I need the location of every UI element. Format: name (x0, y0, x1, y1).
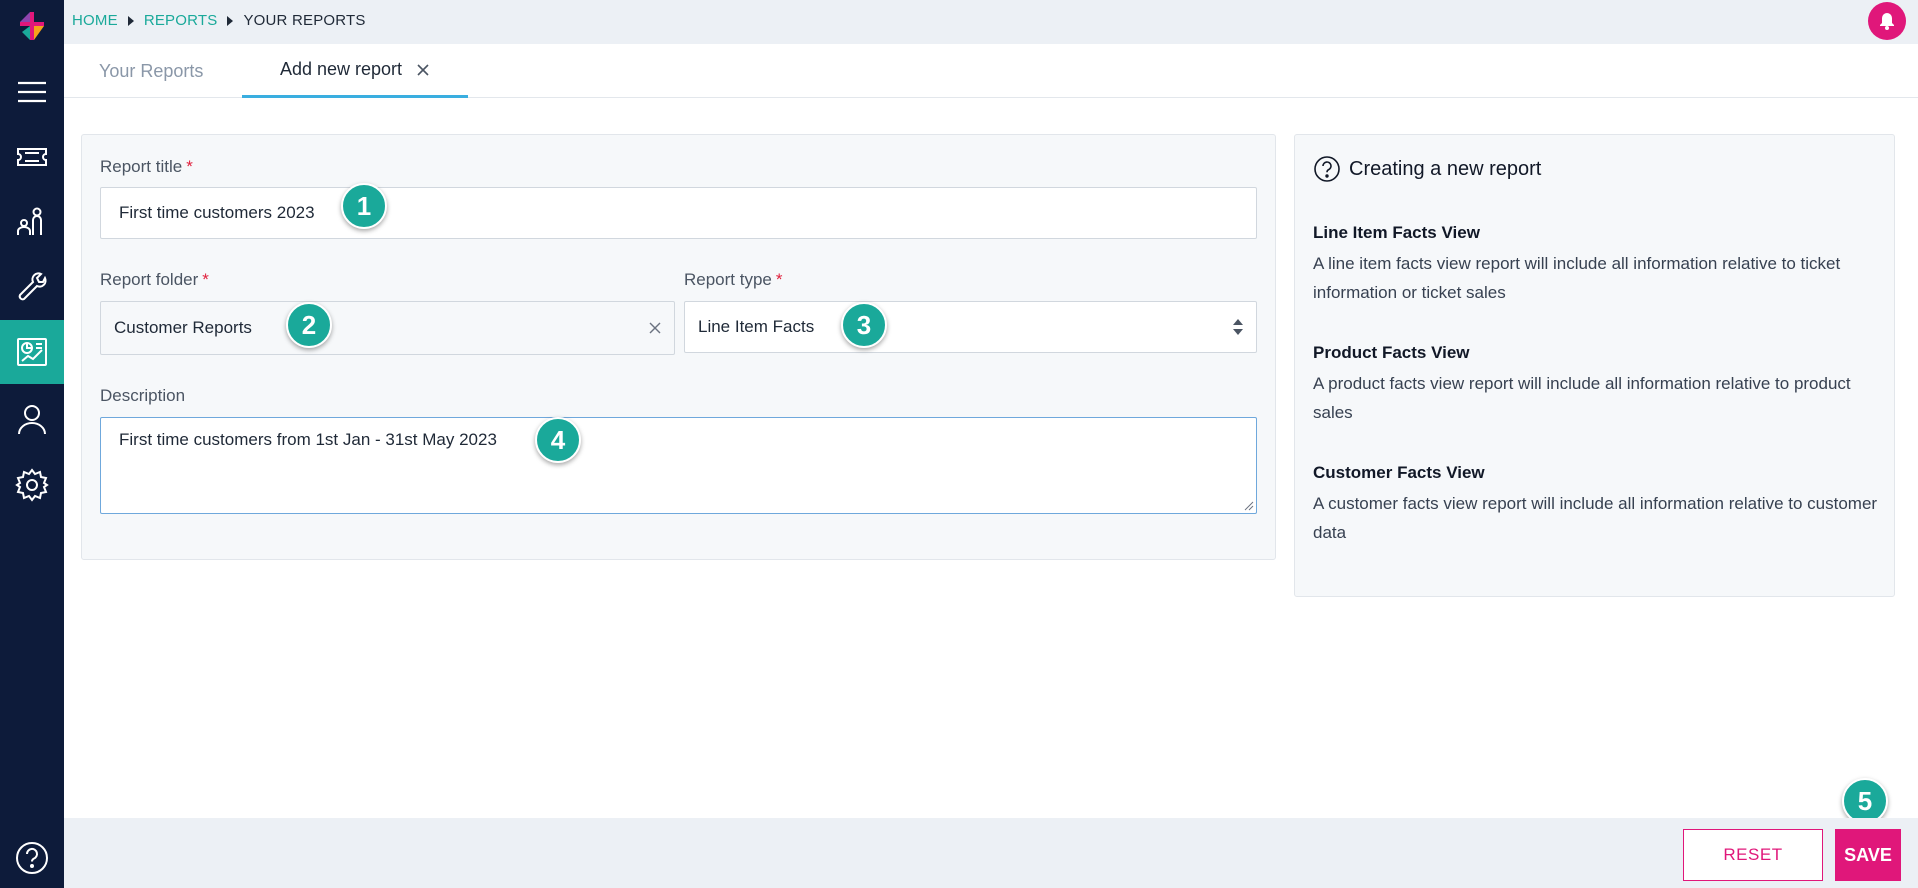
menu-icon (18, 81, 46, 103)
breadcrumb-current: YOUR REPORTS (243, 12, 366, 29)
report-folder-select[interactable]: Customer Reports (100, 301, 675, 355)
sidebar-item-reports[interactable] (0, 320, 64, 384)
gear-icon (15, 468, 49, 502)
help-panel: Creating a new report Line Item Facts Vi… (1294, 134, 1895, 597)
help-panel-title: Creating a new report (1313, 155, 1541, 183)
user-icon (18, 405, 46, 435)
step-badge-3: 3 (841, 302, 887, 348)
breadcrumb: HOME REPORTS YOUR REPORTS (72, 12, 366, 29)
close-icon[interactable] (416, 63, 430, 77)
help-section-text: A customer facts view report will includ… (1313, 494, 1878, 542)
report-title-input[interactable]: First time customers 2023 (100, 187, 1257, 239)
help-icon (16, 842, 48, 874)
tab-your-reports[interactable]: Your Reports (99, 44, 203, 98)
ticket-icon (17, 148, 47, 166)
tab-bar: Your Reports Add new report (64, 44, 1918, 98)
help-section: Product Facts View A product facts view … (1313, 343, 1878, 427)
resize-handle-icon[interactable] (1244, 501, 1254, 511)
report-folder-label-text: Report folder (100, 270, 199, 289)
required-marker: * (775, 270, 783, 289)
description-label: Description (100, 386, 186, 405)
sidebar-item-people[interactable] (0, 190, 64, 254)
bell-icon (1880, 13, 1894, 30)
description-value: First time customers from 1st Jan - 31st… (119, 430, 497, 449)
report-title-value: First time customers 2023 (119, 203, 315, 222)
sidebar-item-settings[interactable] (0, 453, 64, 517)
help-section: Line Item Facts View A line item facts v… (1313, 223, 1878, 307)
sidebar-item-menu[interactable] (0, 60, 64, 124)
reports-icon (17, 338, 47, 366)
report-folder-label: Report folder * (100, 270, 209, 290)
help-section-heading: Product Facts View (1313, 343, 1470, 362)
clear-icon[interactable] (648, 321, 662, 335)
step-badge-4: 4 (535, 417, 581, 463)
help-section: Customer Facts View A customer facts vie… (1313, 463, 1878, 547)
sidebar (0, 0, 64, 888)
report-title-label: Report title * (100, 157, 193, 177)
step-badge-2: 2 (286, 302, 332, 348)
action-footer (64, 818, 1918, 888)
description-textarea[interactable]: First time customers from 1st Jan - 31st… (100, 417, 1257, 514)
help-section-heading: Customer Facts View (1313, 463, 1485, 482)
step-badge-1: 1 (341, 183, 387, 229)
tab-add-new-report[interactable]: Add new report (242, 44, 468, 98)
report-title-label-text: Report title (100, 157, 183, 176)
breadcrumb-separator-icon (127, 15, 134, 26)
breadcrumb-home[interactable]: HOME (72, 12, 118, 29)
help-section-heading: Line Item Facts View (1313, 223, 1480, 242)
report-type-label: Report type * (684, 270, 783, 290)
report-form: Report title * First time customers 2023 … (81, 134, 1276, 560)
select-arrows-icon (1233, 319, 1243, 335)
help-section-text: A product facts view report will include… (1313, 374, 1851, 422)
wrench-icon (18, 272, 47, 301)
top-bar: HOME REPORTS YOUR REPORTS (64, 0, 1918, 44)
report-type-value: Line Item Facts (698, 317, 815, 336)
report-type-label-text: Report type (684, 270, 772, 289)
sidebar-item-tools[interactable] (0, 257, 64, 321)
help-section-text: A line item facts view report will inclu… (1313, 254, 1841, 302)
sidebar-item-tickets[interactable] (0, 125, 64, 189)
save-button[interactable]: SAVE (1835, 829, 1901, 881)
breadcrumb-reports[interactable]: REPORTS (144, 12, 218, 29)
required-marker: * (186, 157, 193, 176)
notifications-button[interactable] (1868, 2, 1906, 40)
required-marker: * (202, 270, 209, 289)
people-icon (17, 207, 42, 235)
breadcrumb-separator-icon (227, 15, 234, 26)
app-logo[interactable] (18, 10, 46, 46)
reset-button[interactable]: RESET (1683, 829, 1823, 881)
sidebar-help[interactable] (14, 840, 50, 876)
help-panel-title-text: Creating a new report (1349, 157, 1542, 180)
question-icon (1314, 156, 1340, 182)
sidebar-item-account[interactable] (0, 387, 64, 451)
report-folder-value: Customer Reports (114, 318, 252, 337)
tab-add-new-report-label: Add new report (279, 59, 403, 79)
report-type-select[interactable]: Line Item Facts (684, 301, 1257, 353)
